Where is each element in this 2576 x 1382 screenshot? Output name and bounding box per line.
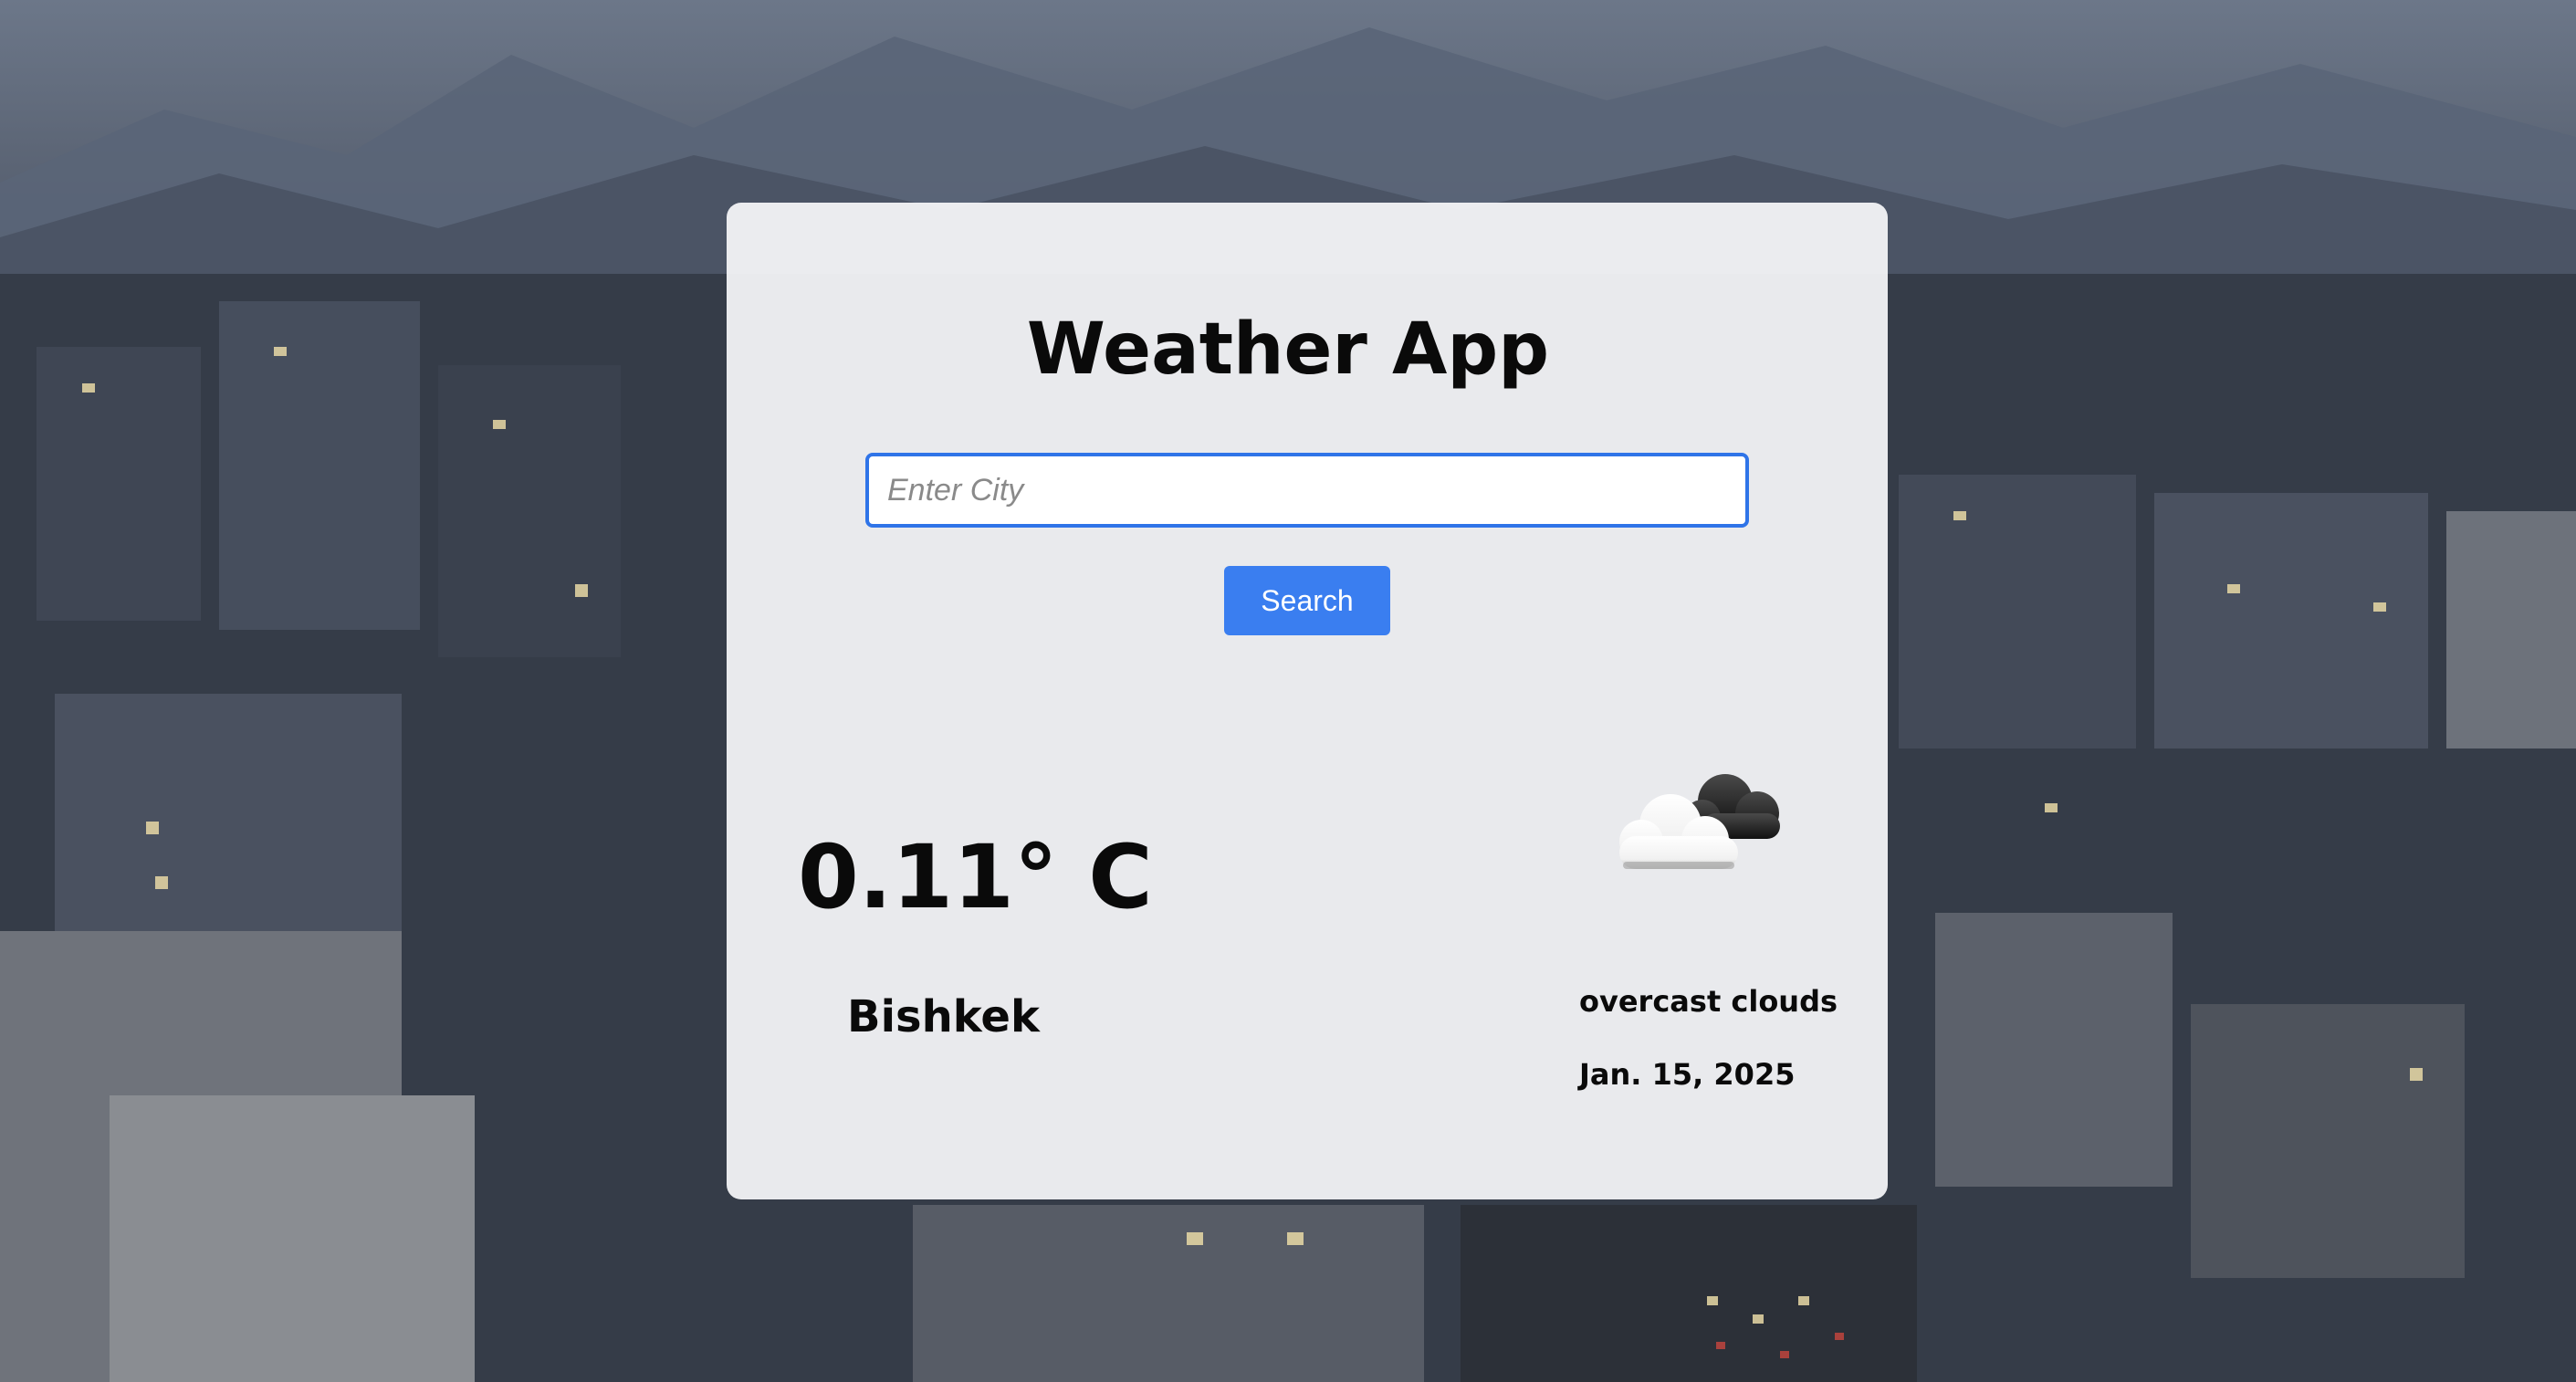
weather-date: Jan. 15, 2025 <box>1579 1057 1796 1092</box>
city-name: Bishkek <box>847 991 1040 1042</box>
cloud-overcast-icon <box>1607 763 1798 882</box>
search-button[interactable]: Search <box>1224 566 1390 635</box>
city-search-input[interactable] <box>865 453 1749 528</box>
app-title: Weather App <box>1026 309 1550 391</box>
temperature-value: 0.11° C <box>798 826 1153 928</box>
weather-description: overcast clouds <box>1579 984 1838 1019</box>
